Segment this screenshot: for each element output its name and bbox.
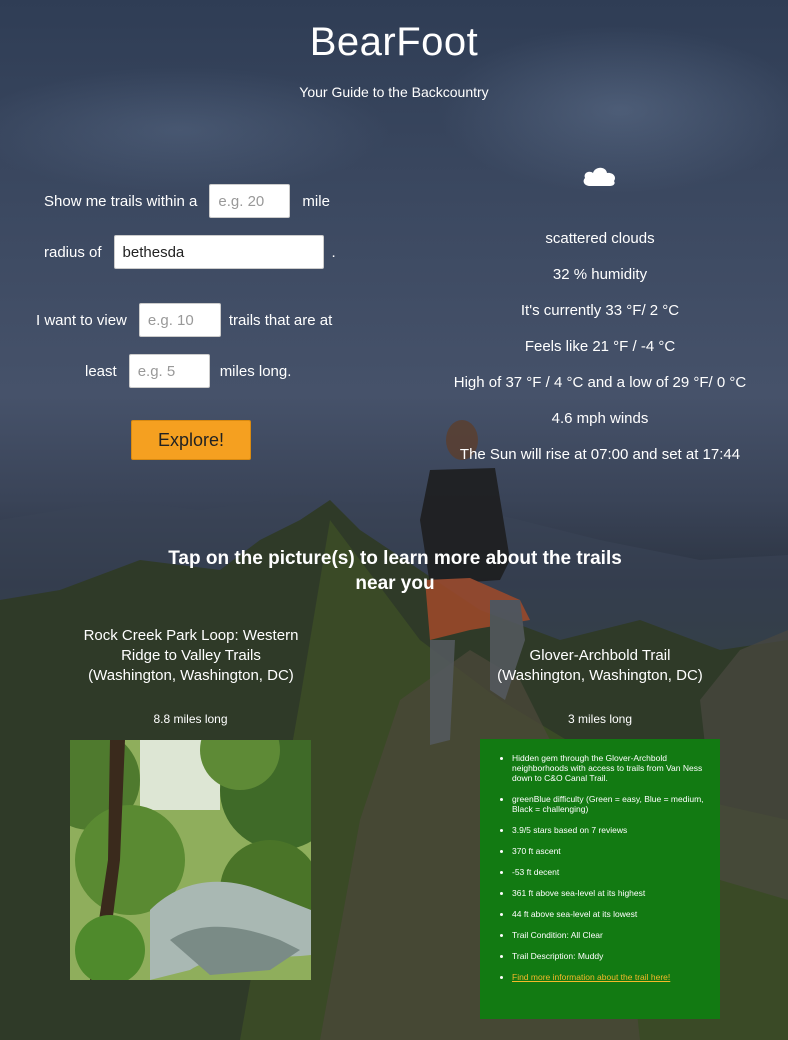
count-prefix-label: I want to view [36, 311, 127, 329]
trail-title-line: (Washington, Washington, DC) [88, 667, 294, 684]
detail-summary: Hidden gem through the Glover-Archbold n… [512, 753, 708, 783]
radius-prefix-label: Show me trails within a [44, 192, 198, 210]
trail-title-rock-creek: Rock Creek Park Loop: Western Ridge to V… [60, 626, 322, 686]
trail-details-list: Hidden gem through the Glover-Archbold n… [494, 753, 708, 982]
weather-sun-times: The Sun will rise at 07:00 and set at 17… [459, 446, 741, 463]
weather-high-low: High of 37 °F / 4 °C and a low of 29 °F/… [453, 374, 747, 391]
creek-photo-image [70, 740, 311, 980]
weather-panel: scattered clouds 32 % humidity It's curr… [440, 160, 760, 463]
trail-title-line: Rock Creek Park Loop: Western [83, 627, 299, 644]
form-row-count: I want to view trails that are at [36, 303, 332, 337]
weather-humidity: 32 % humidity [552, 266, 648, 283]
detail-condition: Trail Condition: All Clear [512, 930, 708, 940]
detail-difficulty: greenBlue difficulty (Green = easy, Blue… [512, 794, 708, 814]
trail-photo-rock-creek[interactable] [70, 740, 311, 980]
app-subtitle: Your Guide to the Backcountry [299, 84, 489, 100]
detail-description: Trail Description: Muddy [512, 951, 708, 961]
trail-count-input[interactable] [138, 303, 221, 337]
weather-description: scattered clouds [545, 230, 655, 247]
detail-ascent: 370 ft ascent [512, 846, 708, 856]
detail-rating: 3.9/5 stars based on 7 reviews [512, 825, 708, 835]
length-suffix-label: miles long. [219, 362, 292, 380]
weather-wind: 4.6 mph winds [551, 410, 649, 427]
trail-title-line: Glover-Archbold Trail [529, 647, 671, 664]
trail-length-glover-archbold: 3 miles long [567, 712, 633, 726]
count-suffix-label: trails that are at [228, 311, 333, 329]
more-info-link[interactable]: Find more information about the trail he… [512, 972, 670, 982]
trail-title-glover-archbold: Glover-Archbold Trail (Washington, Washi… [480, 646, 720, 686]
trails-heading: Tap on the picture(s) to learn more abou… [168, 548, 622, 594]
detail-more-link-item: Find more information about the trail he… [512, 972, 708, 982]
detail-descent: -53 ft decent [512, 867, 708, 877]
form-row-length: least miles long. [85, 354, 291, 388]
detail-high-elevation: 361 ft above sea-level at its highest [512, 888, 708, 898]
trail-length-rock-creek: 8.8 miles long [153, 712, 228, 726]
location-suffix-label: . [331, 243, 336, 261]
trail-title-line: (Washington, Washington, DC) [497, 667, 703, 684]
radius-input[interactable] [209, 184, 291, 218]
radius-suffix-label: mile [302, 192, 330, 210]
trail-title-line: Ridge to Valley Trails [121, 647, 261, 664]
explore-button[interactable]: Explore! [131, 420, 251, 460]
trail-details-card[interactable]: Hidden gem through the Glover-Archbold n… [480, 739, 720, 1019]
location-input[interactable] [113, 235, 324, 269]
length-prefix-label: least [85, 362, 117, 380]
form-row-location: radius of . [44, 235, 336, 269]
weather-feels-like: Feels like 21 °F / -4 °C [524, 338, 676, 355]
detail-low-elevation: 44 ft above sea-level at its lowest [512, 909, 708, 919]
location-prefix-label: radius of [44, 243, 102, 261]
weather-current-temp: It's currently 33 °F/ 2 °C [520, 302, 680, 319]
min-length-input[interactable] [128, 354, 210, 388]
cloud-icon [583, 167, 616, 186]
app-title: BearFoot [309, 20, 479, 64]
form-row-radius: Show me trails within a mile [44, 184, 330, 218]
